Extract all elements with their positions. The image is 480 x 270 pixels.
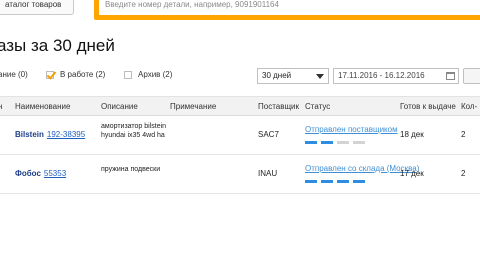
column-header-description: Описание (101, 102, 138, 111)
progress-step (321, 180, 333, 183)
table-header: н Наименование Описание Примечание Поста… (0, 96, 480, 116)
checkbox-checked-icon[interactable] (46, 70, 54, 79)
page-title: азы за 30 дней (0, 36, 115, 55)
chevron-down-icon (316, 74, 324, 79)
quantity: 2 (461, 169, 466, 178)
filter-label: ание (0) (0, 70, 28, 79)
part-description: амортизатор bilstein hyundai ix35 4wd ha (101, 123, 167, 139)
calendar-icon[interactable] (446, 72, 455, 80)
table-row[interactable]: Bilstein 192-38395 амортизатор bilstein h… (0, 117, 480, 155)
checkbox-icon[interactable] (124, 70, 132, 79)
part-name: Bilstein 192-38395 (15, 130, 85, 139)
progress-step (353, 180, 365, 183)
status-progress (305, 141, 369, 144)
filter-archive[interactable]: Архив (2) (124, 70, 172, 79)
filter-label: В работе (2) (60, 70, 106, 79)
status-progress (305, 180, 369, 183)
catalog-button[interactable]: аталог товаров (0, 0, 74, 15)
progress-step (337, 141, 349, 144)
brand-name: Bilstein (15, 130, 44, 139)
column-header-supplier: Поставщик (258, 102, 300, 111)
filter-in-progress[interactable]: В работе (2) (46, 70, 105, 79)
column-header-status: Статус (305, 102, 331, 111)
part-name: Фобос 55353 (15, 169, 66, 178)
column-header: н (0, 102, 3, 111)
quantity: 2 (461, 130, 466, 139)
article-link[interactable]: 192-38395 (47, 130, 85, 139)
filter-pending[interactable]: ание (0) (0, 70, 28, 79)
period-value: 30 дней (262, 71, 292, 80)
filter-label: Архив (2) (138, 70, 173, 79)
date-range-input[interactable]: 17.11.2016 - 16.12.2016 (333, 68, 459, 84)
part-description: пружина подвески (101, 166, 161, 173)
table-row[interactable]: Фобос 55353 пружина подвески INAU Отправл… (0, 156, 480, 194)
supplier: SAC7 (258, 130, 279, 139)
period-select[interactable]: 30 дней (257, 68, 329, 84)
progress-step (337, 180, 349, 183)
column-header-name: Наименование (15, 102, 71, 111)
progress-step (305, 180, 317, 183)
search-bar: Введите номер детали, например, 90919011… (94, 0, 480, 20)
article-link[interactable]: 55353 (44, 169, 66, 178)
supplier: INAU (258, 169, 278, 178)
date-range-value: 17.11.2016 - 16.12.2016 (338, 71, 425, 80)
ready-date: 18 дек (400, 130, 424, 139)
progress-step (305, 141, 317, 144)
progress-step (353, 141, 365, 144)
progress-step (321, 141, 333, 144)
column-header-note: Примечание (170, 102, 217, 111)
brand-name: Фобос (15, 169, 41, 178)
column-header-qty: Кол- (461, 102, 478, 111)
ready-date: 17 дек (400, 169, 424, 178)
column-header-ready: Готов к выдаче (400, 102, 456, 111)
status-link[interactable]: Отправлен поставщиком (305, 125, 398, 134)
apply-filter-button[interactable] (463, 68, 480, 84)
search-input[interactable]: Введите номер детали, например, 90919011… (99, 0, 480, 15)
